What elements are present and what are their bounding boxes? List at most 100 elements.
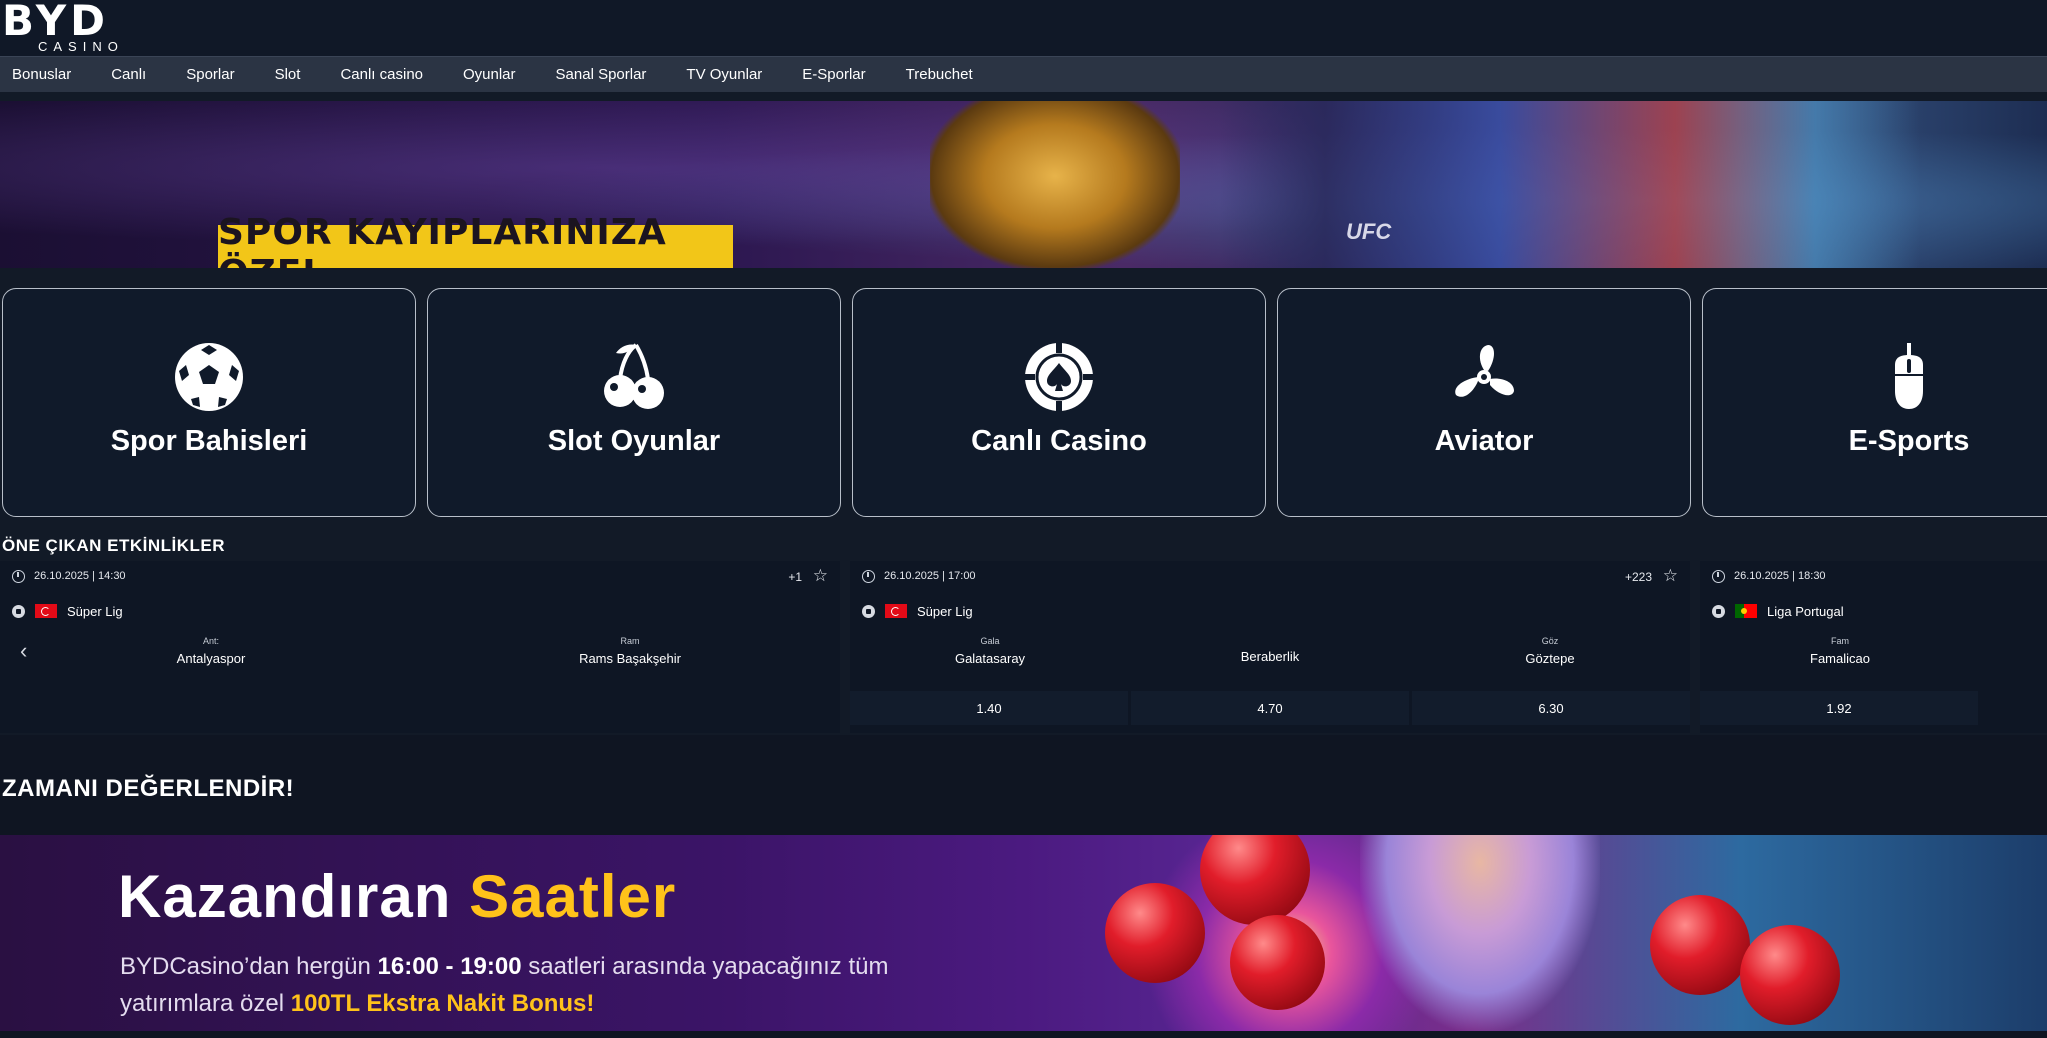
team-name: Galatasaray [954,651,1026,666]
portugal-flag-icon [1735,604,1757,618]
athletes-image [1220,101,1920,268]
soccer-ball-icon [1712,604,1725,618]
promo-line2-a: yatırımlara özel [120,990,285,1017]
trophy-image [930,101,1180,268]
event-header: 26.10.2025 | 17:00 +223 ☆ [850,561,1690,591]
event-card[interactable]: 26.10.2025 | 18:30 Liga Portugal Fam Fam… [1700,561,2047,733]
event-date: 26.10.2025 | 18:30 [1734,570,1826,582]
away-team: Göz Göztepe [1470,635,1630,666]
event-league: Liga Portugal [1712,603,1844,619]
nav-tv-oyunlar[interactable]: TV Oyunlar [686,66,762,83]
team-logo: Göz [1541,636,1559,646]
team-name: Antalyaspor [176,651,246,666]
team-logo: Gala [980,636,1000,646]
byd-casino-logo[interactable]: BYD CASINO [0,0,170,56]
featured-events-title: ÖNE ÇIKAN ETKİNLİKLER [2,536,225,555]
propeller-icon [1455,345,1514,397]
soccer-ball-icon [175,343,243,411]
nav-slot[interactable]: Slot [275,66,301,83]
cherries-icon [604,343,664,409]
nav-trebuchet[interactable]: Trebuchet [906,66,973,83]
kazandiran-saatler-banner[interactable]: Kazandıran Saatler BYDCasino’dan hergün … [0,835,2047,1031]
home-team: Gala Galatasaray [910,635,1070,666]
away-team: Ram Rams Başakşehir [540,635,720,666]
league-name: Süper Lig [917,603,973,619]
card-slot-oyunlar[interactable]: Slot Oyunlar [427,288,841,517]
soccer-ball-icon [12,604,25,618]
nav-bonuslar[interactable]: Bonuslar [12,66,71,83]
card-label: E-Sports [1848,425,1970,457]
event-date: 26.10.2025 | 17:00 [884,570,976,582]
clock-icon [862,570,875,583]
event-card[interactable]: 26.10.2025 | 14:30 +1 ☆ Süper Lig Ant: A… [0,561,840,733]
nav-sanal-sporlar[interactable]: Sanal Sporlar [556,66,647,83]
cherry-image [1105,883,1205,983]
more-markets-count[interactable]: +223 [1625,570,1652,584]
card-e-sports[interactable]: E-Sports [1702,288,2047,517]
carousel-prev-arrow-icon[interactable]: ‹ [20,638,27,664]
banner-title: SPOR KAYIPLARINIZA ÖZEL [218,212,733,268]
cherry-image [1230,915,1325,1010]
team-logo: Ant: [202,636,219,646]
odd-home-button[interactable]: 1.40 [850,691,1128,725]
promo-headline-part2: Saatler [469,863,677,930]
ufc-logo: UFC [1346,219,1392,244]
card-aviator[interactable]: Aviator [1277,288,1691,517]
cherry-image [1740,925,1840,1025]
nav-oyunlar[interactable]: Oyunlar [463,66,516,83]
event-league: Süper Lig [862,603,973,619]
casino-chip-icon [1025,343,1093,411]
promo-headline: Kazandıran Saatler [118,862,676,931]
logo-subtitle: CASINO [38,39,124,54]
league-name: Süper Lig [67,603,123,619]
promo-bonus-amount: 100TL Ekstra Nakit Bonus! [290,990,595,1017]
home-team: Fam Famalicao [1760,635,1920,666]
card-canli-casino[interactable]: Canlı Casino [852,288,1266,517]
clock-icon [1712,570,1725,583]
draw-label: Beraberlik [1240,649,1300,664]
nav-sporlar[interactable]: Sporlar [186,66,234,83]
clock-icon [12,570,25,583]
card-label: Spor Bahisleri [110,425,308,457]
card-label: Slot Oyunlar [547,425,721,457]
nav-e-sporlar[interactable]: E-Sporlar [802,66,865,83]
card-label: Aviator [1434,425,1534,457]
mouse-icon [1895,343,1923,409]
top-bar: BYD CASINO [0,0,2047,56]
league-name: Liga Portugal [1767,603,1844,619]
promo-hours: 16:00 - 19:00 [377,953,522,980]
event-league: Süper Lig [12,603,123,619]
favorite-star-icon[interactable]: ☆ [1663,566,1678,586]
card-spor-bahisleri[interactable]: Spor Bahisleri [2,288,416,517]
featured-events: 26.10.2025 | 14:30 +1 ☆ Süper Lig Ant: A… [0,561,2047,733]
event-date: 26.10.2025 | 14:30 [34,570,126,582]
promo-line1-a: BYDCasino’dan hergün [120,953,371,980]
promo-headline-part1: Kazandıran [118,863,452,930]
team-logo: Ram [620,636,640,646]
nav-canli-casino[interactable]: Canlı casino [340,66,423,83]
event-card[interactable]: 26.10.2025 | 17:00 +223 ☆ Süper Lig Gala… [850,561,1690,733]
odd-draw-button[interactable]: 4.70 [1131,691,1409,725]
sports-loss-promo-banner[interactable]: UFC SPOR KAYIPLARINIZA ÖZEL [0,101,2047,268]
favorite-star-icon[interactable]: ☆ [813,566,828,586]
event-header: 26.10.2025 | 14:30 +1 ☆ [0,561,840,591]
team-name: Famalicao [1810,651,1870,666]
promo-character-image [1360,835,1600,1031]
turkey-flag-icon [35,604,57,618]
cherry-image [1650,895,1750,995]
main-nav: Bonuslar Canlı Sporlar Slot Canlı casino… [0,56,2047,92]
event-header: 26.10.2025 | 18:30 [1700,561,2047,591]
more-markets-count[interactable]: +1 [788,570,802,584]
category-cards: Spor Bahisleri Slot Oyunlar Canlı Casino [2,288,2047,518]
card-label: Canlı Casino [971,425,1147,457]
odd-away-button[interactable]: 6.30 [1412,691,1690,725]
team-logo: Fam [1831,636,1849,646]
nav-canli[interactable]: Canlı [111,66,146,83]
promo-line1-c: saatleri arasında yapacağınız tüm [528,953,889,980]
home-team: Ant: Antalyaspor [131,635,291,666]
turkey-flag-icon [885,604,907,618]
promo-section-title: ZAMANI DEĞERLENDİR! [2,775,295,802]
team-name: Göztepe [1525,651,1575,666]
odd-home-button[interactable]: 1.92 [1700,691,1978,725]
team-name: Rams Başakşehir [579,651,681,666]
